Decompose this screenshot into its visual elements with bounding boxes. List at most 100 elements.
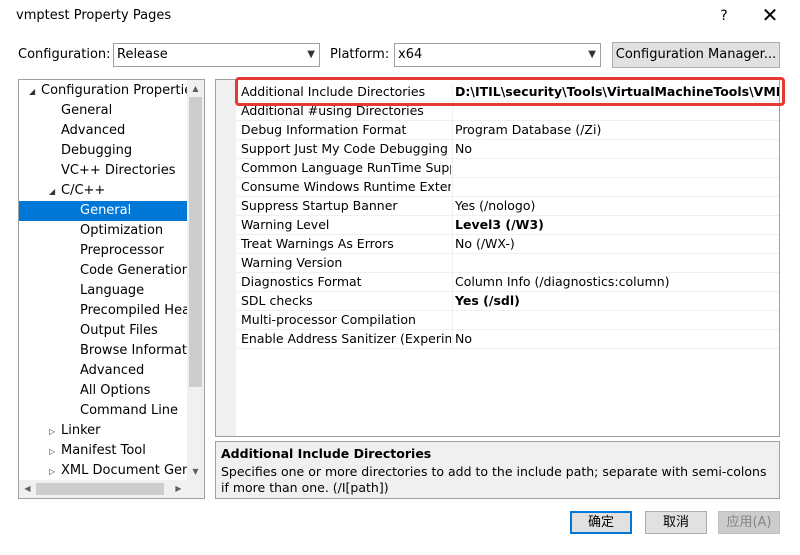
tree-item[interactable]: Command Line <box>19 401 187 421</box>
tree-item[interactable]: ◢ C/C++ <box>19 181 187 201</box>
tree-item[interactable]: Advanced <box>19 361 187 381</box>
property-row[interactable]: Additional Include Directories D:\ITIL\se… <box>236 83 779 102</box>
property-value[interactable]: D:\ITIL\security\Tools\VirtualMachineToo… <box>455 83 779 101</box>
collapsed-arrow-icon[interactable]: ▷ <box>49 422 61 441</box>
tree-item[interactable]: Debugging <box>19 141 187 161</box>
tree-vertical-scrollbar[interactable]: ▲ ▼ <box>187 80 204 480</box>
tree-item[interactable]: Precompiled Headers <box>19 301 187 321</box>
column-separator <box>452 292 453 311</box>
chevron-down-icon: ▼ <box>588 49 596 60</box>
column-separator <box>452 197 453 216</box>
property-row[interactable]: Multi-processor Compilation <box>236 311 779 330</box>
tree-item[interactable]: General <box>19 201 187 221</box>
help-icon[interactable]: ? <box>712 4 736 28</box>
scroll-left-icon[interactable]: ◀ <box>19 480 36 498</box>
property-name: Consume Windows Runtime Extension <box>241 179 451 194</box>
property-name: Multi-processor Compilation <box>241 312 416 327</box>
property-row[interactable]: Suppress Startup Banner Yes (/nologo) <box>236 197 779 216</box>
tree-item[interactable]: Preprocessor <box>19 241 187 261</box>
cancel-button[interactable]: 取消 <box>645 511 707 534</box>
property-row[interactable]: Support Just My Code Debugging No <box>236 140 779 159</box>
scroll-thumb[interactable] <box>189 97 202 387</box>
category-tree: ◢ Configuration Properties General Advanced… <box>18 79 205 499</box>
property-name: Enable Address Sanitizer (Experimental) <box>241 331 451 346</box>
property-value[interactable]: Yes (/nologo) <box>455 197 779 215</box>
property-row[interactable]: Warning Level Level3 (/W3) <box>236 216 779 235</box>
configuration-manager-button[interactable]: Configuration Manager... <box>612 42 780 68</box>
tree-item[interactable]: Language <box>19 281 187 301</box>
tree-item-label: VC++ Directories <box>61 163 176 178</box>
platform-value: x64 <box>398 47 423 62</box>
property-row[interactable]: Common Language RunTime Support <box>236 159 779 178</box>
window-title: vmptest Property Pages <box>16 8 172 23</box>
tree-item-label: XML Document Generator <box>61 463 187 478</box>
property-name: Debug Information Format <box>241 122 407 137</box>
property-row[interactable]: Debug Information Format Program Database… <box>236 121 779 140</box>
expanded-arrow-icon[interactable]: ◢ <box>29 82 41 101</box>
scroll-up-icon[interactable]: ▲ <box>187 80 204 97</box>
property-row[interactable]: SDL checks Yes (/sdl) <box>236 292 779 311</box>
tree-item[interactable]: VC++ Directories <box>19 161 187 181</box>
tree-item-label: Manifest Tool <box>61 443 146 458</box>
property-row[interactable]: Treat Warnings As Errors No (/WX-) <box>236 235 779 254</box>
tree-item[interactable]: ▷ Manifest Tool <box>19 441 187 461</box>
property-name: Warning Level <box>241 217 330 232</box>
configuration-select[interactable]: Release ▼ <box>113 43 320 67</box>
property-name: Additional #using Directories <box>241 103 424 118</box>
property-row[interactable]: Additional #using Directories <box>236 102 779 121</box>
property-row[interactable]: Consume Windows Runtime Extension <box>236 178 779 197</box>
column-separator <box>452 102 453 121</box>
title-bar: vmptest Property Pages ? ✕ <box>0 0 800 32</box>
tree-item-label: Precompiled Headers <box>80 303 187 318</box>
platform-label: Platform: <box>330 47 390 62</box>
property-name: Support Just My Code Debugging <box>241 141 448 156</box>
property-row[interactable]: Enable Address Sanitizer (Experimental) N… <box>236 330 779 349</box>
column-separator <box>452 83 453 102</box>
column-separator <box>452 330 453 349</box>
column-separator <box>452 159 453 178</box>
property-value[interactable]: No (/WX-) <box>455 235 779 253</box>
property-value[interactable]: Column Info (/diagnostics:column) <box>455 273 779 291</box>
tree-item[interactable]: ▷XML Document Generator <box>19 461 187 481</box>
tree-item[interactable]: ▷ Linker <box>19 421 187 441</box>
tree-item[interactable]: ◢ Configuration Properties <box>19 81 187 101</box>
tree-item[interactable]: Code Generation <box>19 261 187 281</box>
tree-item[interactable]: Browse Information <box>19 341 187 361</box>
tree-item-label: Command Line <box>80 403 179 418</box>
property-row[interactable]: Diagnostics Format Column Info (/diagnost… <box>236 273 779 292</box>
platform-select[interactable]: x64 ▼ <box>394 43 601 67</box>
tree-item[interactable]: General <box>19 101 187 121</box>
expanded-arrow-icon[interactable]: ◢ <box>49 182 61 201</box>
ok-button[interactable]: 确定 <box>570 511 632 534</box>
tree-item[interactable]: Optimization <box>19 221 187 241</box>
tree-item[interactable]: Output Files <box>19 321 187 341</box>
property-value[interactable]: Yes (/sdl) <box>455 292 779 310</box>
tree-item-label: Advanced <box>80 363 145 378</box>
tree-item-label: Browse Information <box>80 343 187 358</box>
property-value[interactable]: No <box>455 140 779 158</box>
property-row[interactable]: Warning Version <box>236 254 779 273</box>
tree-item-label: General <box>80 203 132 218</box>
tree-item-label: Optimization <box>80 223 164 238</box>
property-name: Treat Warnings As Errors <box>241 236 394 251</box>
tree-item[interactable]: Advanced <box>19 121 187 141</box>
collapsed-arrow-icon[interactable]: ▷ <box>49 442 61 461</box>
tree-item-label: Configuration Properties <box>41 83 187 98</box>
close-icon[interactable]: ✕ <box>758 4 782 28</box>
property-value[interactable]: Program Database (/Zi) <box>455 121 779 139</box>
property-name: Warning Version <box>241 255 343 270</box>
scroll-down-icon[interactable]: ▼ <box>187 463 204 480</box>
property-name: Additional Include Directories <box>241 84 426 99</box>
apply-button[interactable]: 应用(A) <box>718 511 780 534</box>
property-value[interactable]: Level3 (/W3) <box>455 216 779 234</box>
column-separator <box>452 235 453 254</box>
tree-horizontal-scrollbar[interactable]: ◀ ▶ <box>19 480 187 498</box>
property-value[interactable]: No <box>455 330 779 348</box>
scroll-thumb-horizontal[interactable] <box>36 483 164 495</box>
description-text: Specifies one or more directories to add… <box>221 464 767 495</box>
description-panel: Additional Include Directories Specifies… <box>215 441 780 499</box>
tree-item-label: Preprocessor <box>80 243 164 258</box>
scroll-right-icon[interactable]: ▶ <box>170 480 187 498</box>
collapsed-arrow-icon[interactable]: ▷ <box>49 462 61 481</box>
tree-item[interactable]: All Options <box>19 381 187 401</box>
